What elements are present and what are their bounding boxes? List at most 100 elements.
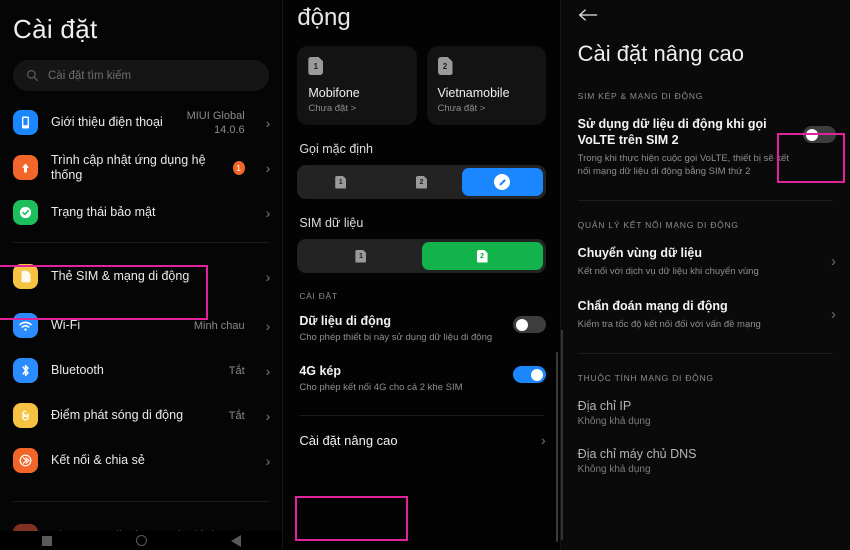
- settings-list: Giới thiệu điện thoại MIUI Global 14.0.6…: [0, 100, 282, 550]
- dns-address-row: Địa chỉ máy chủ DNS Không khả dụng: [561, 427, 850, 475]
- chevron-right-icon: ›: [265, 159, 271, 176]
- dual-4g-toggle[interactable]: [512, 366, 546, 383]
- advanced-settings-row[interactable]: Cài đặt nâng cao ›: [283, 416, 559, 448]
- sidebar-item-connection-share[interactable]: Kết nối & chia sẻ ›: [0, 438, 282, 483]
- sim-card-2[interactable]: 2 Vietnamobile Chưa đặt >: [426, 46, 546, 125]
- data-sim-option-sim1[interactable]: 1: [300, 242, 421, 270]
- sidebar-item-value: Tắt: [228, 364, 245, 377]
- sidebar-item-label: Thẻ SIM & mạng di động: [51, 269, 190, 283]
- default-call-option-ask[interactable]: [461, 168, 543, 196]
- default-call-segmented-control[interactable]: 1 2: [297, 165, 546, 199]
- dual-4g-title: 4G kép: [299, 364, 342, 378]
- sidebar-item-label: Kết nối & chia sẻ: [51, 453, 145, 467]
- recents-square-icon[interactable]: [42, 535, 52, 546]
- sidebar-item-label: Trình cập nhật ứng dụng hệ thống: [51, 152, 206, 182]
- sidebar-item-value: Tắt: [228, 409, 245, 422]
- sim-slot-chip-icon: 1: [335, 175, 347, 189]
- update-count-badge: 1: [232, 160, 245, 175]
- data-roaming-row[interactable]: Chuyển vùng dữ liệu Kết nối với dịch vụ …: [561, 230, 850, 278]
- data-sim-segmented-control[interactable]: 1 2: [297, 239, 546, 273]
- sidebar-item-label: Wi-Fi: [51, 318, 81, 332]
- search-icon: [26, 69, 39, 82]
- search-placeholder: Cài đặt tìm kiếm: [48, 69, 132, 82]
- chevron-right-icon: ›: [265, 317, 271, 334]
- default-call-label: Gọi mặc định: [299, 142, 373, 156]
- settings-section-header: CÀI ĐẶT: [299, 291, 338, 301]
- sidebar-item-value: Minh chau: [193, 319, 245, 332]
- dual-4g-description: Cho phép kết nối 4G cho cả 2 khe SIM: [299, 382, 463, 393]
- search-input[interactable]: Cài đặt tìm kiếm: [13, 60, 270, 91]
- advanced-settings-panel: Cài đặt nâng cao SIM KÉP & MẠNG DI ĐỘNG …: [560, 0, 850, 550]
- volte-data-description: Trong khi thực hiện cuộc gọi VoLTE, thiế…: [577, 153, 789, 177]
- sim-cards-container: 1 Mobifone Chưa đặt > 2 Vietnamobile Chư…: [283, 32, 559, 125]
- mobile-data-row[interactable]: Dữ liệu di động Cho phép thiết bị này sử…: [283, 301, 559, 344]
- phone-info-icon: [13, 110, 38, 135]
- list-divider: [13, 242, 270, 243]
- sidebar-item-security-status[interactable]: Trạng thái bảo mật ›: [0, 190, 282, 235]
- sidebar-item-label: Trạng thái bảo mật: [51, 205, 156, 219]
- data-roaming-description: Kết nối với dịch vụ dữ liệu khi chuyển v…: [577, 266, 759, 277]
- sim-slot-chip-icon: 1: [308, 57, 324, 75]
- system-update-icon: [13, 155, 38, 180]
- volte-data-title: Sử dụng dữ liệu di động khi gọi VoLTE tr…: [577, 117, 767, 147]
- chevron-right-icon: ›: [830, 253, 836, 270]
- mobile-data-title: Dữ liệu di động: [299, 314, 392, 328]
- volte-data-row[interactable]: Sử dụng dữ liệu di động khi gọi VoLTE tr…: [561, 101, 850, 178]
- back-arrow-icon[interactable]: [561, 0, 850, 27]
- sim-status: Chưa đặt >: [308, 103, 357, 114]
- ip-address-label: Địa chỉ IP: [577, 399, 632, 413]
- bluetooth-icon: [13, 358, 38, 383]
- network-diagnostics-title: Chẩn đoán mạng di động: [577, 299, 728, 313]
- volte-data-toggle[interactable]: [802, 126, 836, 143]
- list-divider: [13, 501, 270, 502]
- chevron-right-icon: ›: [830, 306, 836, 323]
- back-triangle-icon[interactable]: [231, 534, 241, 547]
- wifi-icon: [13, 313, 38, 338]
- vertical-scrollbar[interactable]: [555, 352, 558, 542]
- sim-status: Chưa đặt >: [437, 103, 486, 114]
- default-call-option-sim2[interactable]: 2: [381, 168, 462, 196]
- network-management-section-header: QUẢN LÝ KẾT NỐI MẠNG DI ĐỘNG: [577, 220, 739, 230]
- sidebar-item-sim-network[interactable]: Thẻ SIM & mạng di động ›: [0, 250, 282, 303]
- sim-card-1[interactable]: 1 Mobifone Chưa đặt >: [297, 46, 417, 125]
- sidebar-item-hotspot[interactable]: Điểm phát sóng di động Tắt ›: [0, 393, 282, 438]
- sidebar-item-label: Bluetooth: [51, 363, 104, 377]
- sim-operator-name: Mobifone: [308, 86, 360, 100]
- pencil-icon: [494, 174, 511, 190]
- sidebar-item-bluetooth[interactable]: Bluetooth Tắt ›: [0, 348, 282, 393]
- home-circle-icon[interactable]: [136, 535, 147, 546]
- network-diagnostics-row[interactable]: Chẩn đoán mạng di động Kiểm tra tốc độ k…: [561, 278, 850, 331]
- sim-network-panel: động 1 Mobifone Chưa đặt > 2 Vietnamobil…: [283, 0, 560, 550]
- sim-slot-chip-icon: 2: [476, 249, 488, 263]
- data-sim-option-sim2[interactable]: 2: [421, 242, 543, 270]
- sidebar-item-phone-info[interactable]: Giới thiệu điện thoại MIUI Global 14.0.6…: [0, 100, 282, 145]
- data-roaming-title: Chuyển vùng dữ liệu: [577, 246, 703, 260]
- chevron-right-icon: ›: [265, 204, 271, 221]
- chevron-right-icon: ›: [265, 114, 271, 131]
- settings-main-panel: Cài đặt Cài đặt tìm kiếm Giới thiệu điện…: [0, 0, 283, 550]
- dual-4g-row[interactable]: 4G kép Cho phép kết nối 4G cho cả 2 khe …: [283, 344, 559, 394]
- vertical-scrollbar[interactable]: [560, 330, 563, 540]
- mobile-data-description: Cho phép thiết bị này sử dụng dữ liệu di…: [299, 332, 493, 343]
- sidebar-item-system-updater[interactable]: Trình cập nhật ứng dụng hệ thống 1 ›: [0, 145, 282, 190]
- chevron-right-icon: ›: [265, 452, 271, 469]
- chevron-right-icon: ›: [265, 362, 271, 379]
- connection-share-icon: [13, 448, 38, 473]
- mobile-data-toggle[interactable]: [512, 316, 546, 333]
- network-diagnostics-description: Kiểm tra tốc độ kết nối đối với vấn đề m…: [577, 319, 761, 330]
- sim-slot-chip-icon: 2: [437, 57, 453, 75]
- hotspot-icon: [13, 403, 38, 428]
- data-sim-label: SIM dữ liệu: [299, 216, 364, 230]
- default-call-option-sim1[interactable]: 1: [300, 168, 381, 196]
- dual-sim-section-header: SIM KÉP & MẠNG DI ĐỘNG: [577, 91, 704, 101]
- dns-address-label: Địa chỉ máy chủ DNS: [577, 447, 697, 461]
- sidebar-item-label: Giới thiệu điện thoại: [51, 115, 163, 129]
- sim-panel-title: động: [297, 4, 351, 31]
- sidebar-item-value: MIUI Global 14.0.6: [186, 109, 245, 136]
- sidebar-item-wifi[interactable]: Wi-Fi Minh chau ›: [0, 303, 282, 348]
- security-shield-icon: [13, 200, 38, 225]
- advanced-page-title: Cài đặt nâng cao: [577, 41, 745, 66]
- chevron-right-icon: ›: [265, 407, 271, 424]
- sim-slot-chip-icon: 1: [355, 249, 367, 263]
- ip-address-value: Không khả dụng: [577, 416, 651, 427]
